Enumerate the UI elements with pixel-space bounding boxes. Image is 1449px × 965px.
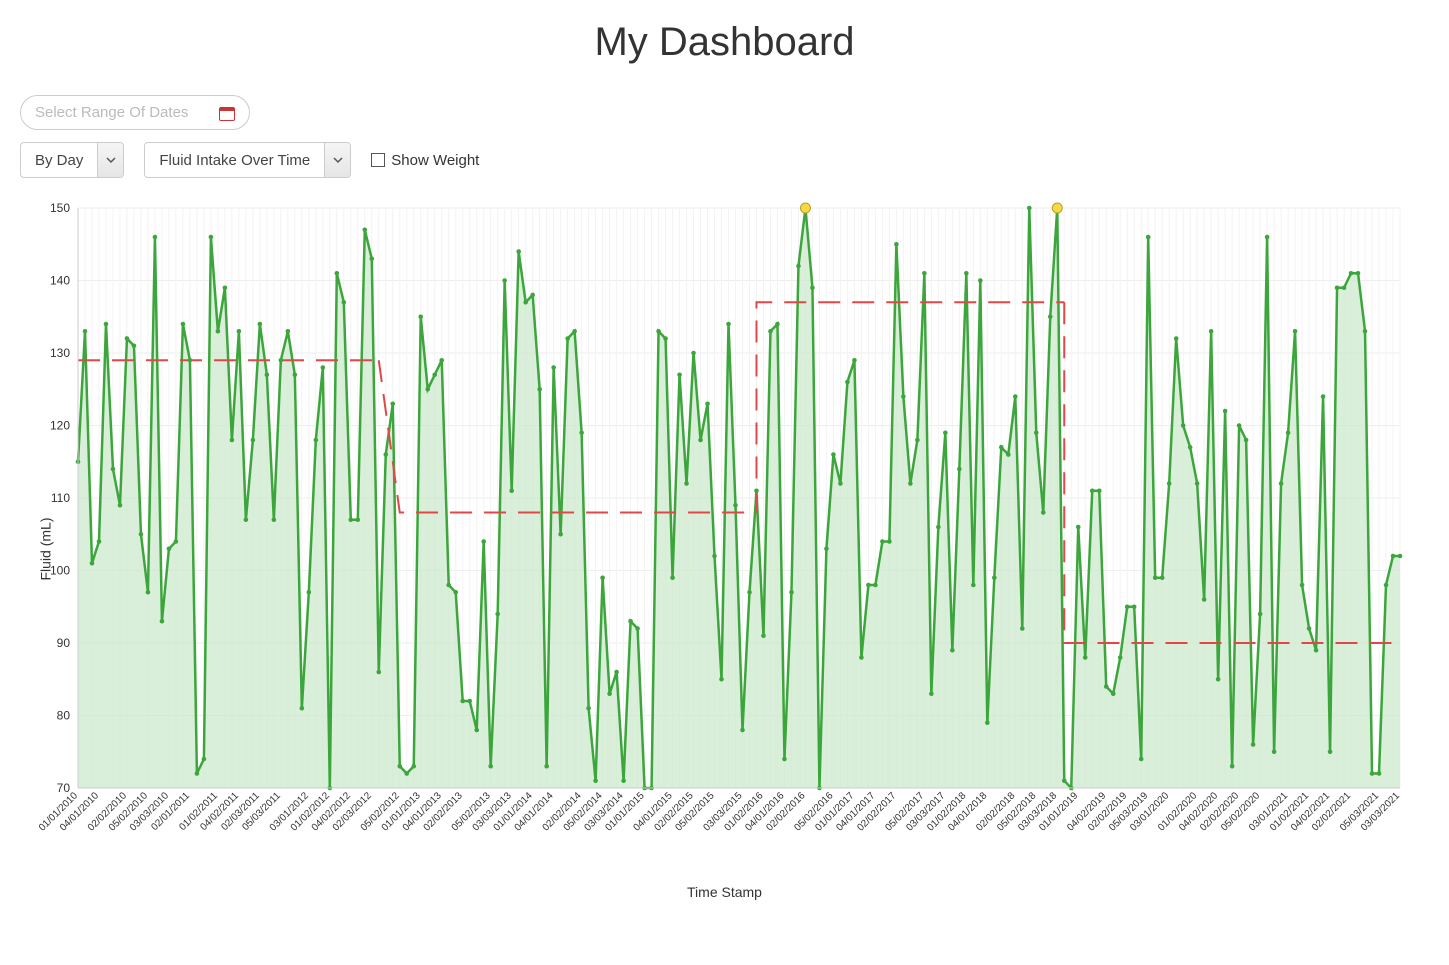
chart-container: Fluid (mL) 70809010011012013014015001/01… <box>20 198 1429 900</box>
show-weight-checkbox[interactable]: Show Weight <box>371 152 479 169</box>
x-axis-label: Time Stamp <box>20 884 1429 900</box>
granularity-select[interactable]: By Day <box>20 142 124 178</box>
svg-text:130: 130 <box>50 346 70 360</box>
chevron-down-icon <box>324 143 350 177</box>
date-range-placeholder: Select Range Of Dates <box>35 104 188 121</box>
svg-text:90: 90 <box>57 636 71 650</box>
page-title: My Dashboard <box>20 20 1429 65</box>
y-axis-label: Fluid (mL) <box>38 517 54 580</box>
svg-text:110: 110 <box>51 491 70 505</box>
chevron-down-icon <box>97 143 123 177</box>
svg-text:140: 140 <box>50 274 70 288</box>
metric-select[interactable]: Fluid Intake Over Time <box>144 142 351 178</box>
line-chart[interactable]: 70809010011012013014015001/01/201004/01/… <box>20 198 1420 878</box>
svg-text:80: 80 <box>57 709 71 723</box>
calendar-icon <box>219 105 235 121</box>
checkbox-icon <box>371 153 385 167</box>
svg-text:120: 120 <box>50 419 70 433</box>
svg-text:150: 150 <box>50 201 70 215</box>
svg-text:70: 70 <box>57 781 71 795</box>
date-range-picker[interactable]: Select Range Of Dates <box>20 95 250 130</box>
metric-select-label: Fluid Intake Over Time <box>145 143 324 177</box>
show-weight-label: Show Weight <box>391 152 479 169</box>
granularity-select-label: By Day <box>21 143 97 177</box>
